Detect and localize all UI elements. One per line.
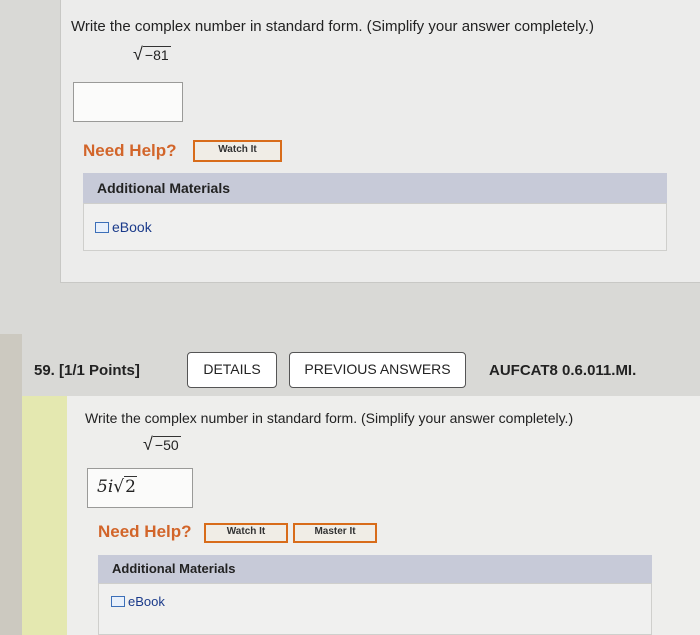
book-icon: [111, 596, 125, 607]
additional-materials-header: Additional Materials: [83, 173, 667, 203]
watch-it-button[interactable]: Watch It: [204, 523, 288, 543]
additional-materials-header: Additional Materials: [98, 555, 652, 583]
additional-materials-body: [83, 203, 667, 251]
ebook-label: eBook: [128, 594, 165, 609]
question-prompt: Write the complex number in standard for…: [85, 410, 574, 426]
answer-input[interactable]: [73, 82, 183, 122]
ebook-link[interactable]: eBook: [111, 594, 165, 609]
question-code: AUFCAT8 0.6.011.MI.: [489, 362, 637, 379]
previous-answers-button[interactable]: PREVIOUS ANSWERS: [289, 352, 466, 388]
question-prompt: Write the complex number in standard for…: [71, 18, 594, 35]
details-button[interactable]: DETAILS: [187, 352, 277, 388]
need-help-label: Need Help?: [83, 141, 177, 160]
master-it-button[interactable]: Master It: [293, 523, 377, 543]
question-59-card: Write the complex number in standard for…: [67, 396, 700, 635]
answer-coefficient: 5i: [97, 477, 114, 497]
book-icon: [95, 222, 109, 233]
radical-sign-icon: √: [143, 434, 153, 454]
answer-radicand: 2: [124, 476, 137, 497]
radical-sign-icon: √: [113, 477, 125, 497]
radical-sign-icon: √: [133, 44, 143, 64]
left-margin: [0, 334, 22, 635]
ebook-label: eBook: [112, 219, 152, 235]
question-58-card: Write the complex number in standard for…: [60, 0, 700, 283]
radicand: −50: [152, 436, 181, 453]
answer-value: 5i√2: [97, 476, 137, 497]
need-help-label: Need Help?: [98, 522, 192, 541]
correct-indicator-stripe: [22, 396, 67, 635]
radical-expression: √ −50: [143, 434, 181, 455]
watch-it-button[interactable]: Watch It: [193, 140, 282, 162]
question-number-points: 59. [1/1 Points]: [34, 362, 140, 379]
additional-materials-body: [98, 583, 652, 635]
answer-input[interactable]: 5i√2: [87, 468, 193, 508]
ebook-link[interactable]: eBook: [95, 219, 152, 235]
radicand: −81: [142, 46, 171, 63]
radical-expression: √ −81: [133, 44, 171, 65]
